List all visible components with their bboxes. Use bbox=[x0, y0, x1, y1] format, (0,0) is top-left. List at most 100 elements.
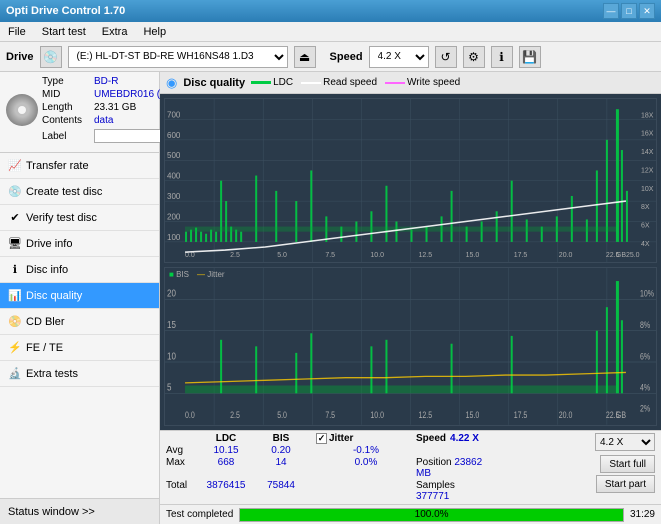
svg-text:10.0: 10.0 bbox=[370, 252, 384, 259]
svg-text:300: 300 bbox=[167, 192, 181, 201]
bis-jitter-chart: ■ BIS — Jitter bbox=[164, 267, 657, 426]
main-layout: Type BD-R MID UMEBDR016 (000) Length 23.… bbox=[0, 72, 661, 524]
save-button[interactable]: 💾 bbox=[519, 46, 541, 68]
avg-ldc: 10.15 bbox=[196, 445, 256, 456]
svg-text:4%: 4% bbox=[640, 383, 650, 393]
extra-tests-icon: 🔬 bbox=[8, 367, 22, 381]
eject-button[interactable]: ⏏ bbox=[294, 46, 316, 68]
legend-read-speed: Read speed bbox=[301, 77, 377, 88]
dq-icon: ◉ bbox=[166, 75, 177, 91]
disc-quality-icon: 📊 bbox=[8, 289, 22, 303]
nav-cd-bler-label: CD Bler bbox=[26, 316, 65, 328]
svg-text:GB: GB bbox=[616, 411, 626, 421]
speed-stat-value: 4.22 X bbox=[450, 433, 479, 444]
maximize-button[interactable]: □ bbox=[621, 3, 637, 19]
bis-color-indicator: ■ bbox=[169, 270, 174, 279]
svg-text:17.5: 17.5 bbox=[514, 252, 528, 259]
nav-disc-info-label: Disc info bbox=[26, 264, 68, 276]
sidebar: Type BD-R MID UMEBDR016 (000) Length 23.… bbox=[0, 72, 160, 524]
nav-disc-quality-label: Disc quality bbox=[26, 290, 82, 302]
jitter-legend-item: — Jitter bbox=[197, 270, 225, 279]
start-full-button[interactable]: Start full bbox=[600, 455, 655, 473]
total-ldc: 3876415 bbox=[196, 480, 256, 502]
total-label: Total bbox=[166, 480, 196, 502]
refresh-button[interactable]: ↺ bbox=[435, 46, 457, 68]
speed-label: Speed bbox=[330, 51, 363, 63]
nav-create-test-disc-label: Create test disc bbox=[26, 186, 102, 198]
max-jitter: 0.0% bbox=[316, 457, 416, 479]
speed-info: Speed 4.22 X bbox=[416, 433, 486, 444]
menu-extra[interactable]: Extra bbox=[98, 24, 132, 40]
contents-value: data bbox=[94, 115, 113, 126]
window-controls: — □ ✕ bbox=[603, 3, 655, 19]
svg-text:20.0: 20.0 bbox=[559, 252, 573, 259]
svg-text:17.5: 17.5 bbox=[514, 411, 528, 421]
svg-text:18X: 18X bbox=[641, 112, 654, 119]
nav-transfer-rate-label: Transfer rate bbox=[26, 160, 89, 172]
length-value: 23.31 GB bbox=[94, 102, 136, 113]
avg-jitter: -0.1% bbox=[316, 445, 416, 456]
sidebar-item-create-test-disc[interactable]: 💿 Create test disc bbox=[0, 179, 159, 205]
max-bis: 14 bbox=[256, 457, 306, 479]
svg-text:10.0: 10.0 bbox=[370, 411, 384, 421]
nav-fe-te-label: FE / TE bbox=[26, 342, 63, 354]
settings-button[interactable]: ⚙ bbox=[463, 46, 485, 68]
close-button[interactable]: ✕ bbox=[639, 3, 655, 19]
minimize-button[interactable]: — bbox=[603, 3, 619, 19]
svg-text:10: 10 bbox=[167, 351, 176, 362]
speed-dropdown[interactable]: 4.2 X bbox=[595, 433, 655, 451]
svg-text:20: 20 bbox=[167, 288, 176, 299]
svg-text:7.5: 7.5 bbox=[325, 252, 335, 259]
start-part-button[interactable]: Start part bbox=[596, 475, 655, 493]
title-bar: Opti Drive Control 1.70 — □ ✕ bbox=[0, 0, 661, 22]
disc-info-icon: ℹ bbox=[8, 263, 22, 277]
svg-text:5: 5 bbox=[167, 382, 171, 393]
speed-select[interactable]: 4.2 X bbox=[369, 46, 429, 68]
status-window-button[interactable]: Status window >> bbox=[0, 498, 159, 524]
info-button[interactable]: ℹ bbox=[491, 46, 513, 68]
samples-label: Samples bbox=[416, 480, 455, 491]
fe-te-icon: ⚡ bbox=[8, 341, 22, 355]
disc-panel-header: Type BD-R MID UMEBDR016 (000) Length 23.… bbox=[6, 76, 153, 144]
time-display: 31:29 bbox=[630, 509, 655, 520]
stats-max-row: Max 668 14 0.0% Position 23862 MB bbox=[166, 457, 589, 479]
drive-select[interactable]: (E:) HL-DT-ST BD-RE WH16NS48 1.D3 bbox=[68, 46, 288, 68]
bis-chart-svg: 20 15 10 5 10% 8% 6% 4% 2% 0.0 2.5 5.0 7… bbox=[165, 268, 656, 425]
bis-legend-label: BIS bbox=[176, 270, 189, 279]
sidebar-item-fe-te[interactable]: ⚡ FE / TE bbox=[0, 335, 159, 361]
svg-text:25.0: 25.0 bbox=[626, 252, 640, 259]
menu-file[interactable]: File bbox=[4, 24, 30, 40]
bis-legend-item: ■ BIS bbox=[169, 270, 189, 279]
max-label: Max bbox=[166, 457, 196, 479]
content-area: ◉ Disc quality LDC Read speed Write spee… bbox=[160, 72, 661, 524]
svg-text:8%: 8% bbox=[640, 321, 650, 331]
svg-text:5.0: 5.0 bbox=[277, 252, 287, 259]
max-ldc: 668 bbox=[196, 457, 256, 479]
nav-drive-info-label: Drive info bbox=[26, 238, 72, 250]
sidebar-item-verify-test-disc[interactable]: ✔ Verify test disc bbox=[0, 205, 159, 231]
svg-text:6%: 6% bbox=[640, 352, 650, 362]
length-label: Length bbox=[42, 102, 94, 113]
svg-text:20.0: 20.0 bbox=[559, 411, 573, 421]
menu-start-test[interactable]: Start test bbox=[38, 24, 90, 40]
total-bis: 75844 bbox=[256, 480, 306, 502]
jitter-legend-label: Jitter bbox=[207, 270, 224, 279]
menu-help[interactable]: Help bbox=[139, 24, 170, 40]
svg-text:2.5: 2.5 bbox=[230, 411, 240, 421]
sidebar-item-cd-bler[interactable]: 📀 CD Bler bbox=[0, 309, 159, 335]
type-value: BD-R bbox=[94, 76, 118, 87]
transfer-rate-icon: 📈 bbox=[8, 159, 22, 173]
sidebar-item-disc-quality[interactable]: 📊 Disc quality bbox=[0, 283, 159, 309]
sidebar-item-transfer-rate[interactable]: 📈 Transfer rate bbox=[0, 153, 159, 179]
ldc-header: LDC bbox=[196, 433, 256, 444]
drive-info-icon: 🖥 bbox=[8, 237, 22, 251]
stats-headers: LDC BIS ✓ Jitter Speed 4.22 X bbox=[166, 433, 589, 444]
svg-text:8X: 8X bbox=[641, 204, 650, 211]
sidebar-item-disc-info[interactable]: ℹ Disc info bbox=[0, 257, 159, 283]
drive-icon: 💿 bbox=[40, 46, 62, 68]
nav-extra-tests-label: Extra tests bbox=[26, 368, 78, 380]
sidebar-item-drive-info[interactable]: 🖥 Drive info bbox=[0, 231, 159, 257]
svg-text:6X: 6X bbox=[641, 223, 650, 230]
jitter-checkbox[interactable]: ✓ bbox=[316, 433, 327, 444]
sidebar-item-extra-tests[interactable]: 🔬 Extra tests bbox=[0, 361, 159, 387]
